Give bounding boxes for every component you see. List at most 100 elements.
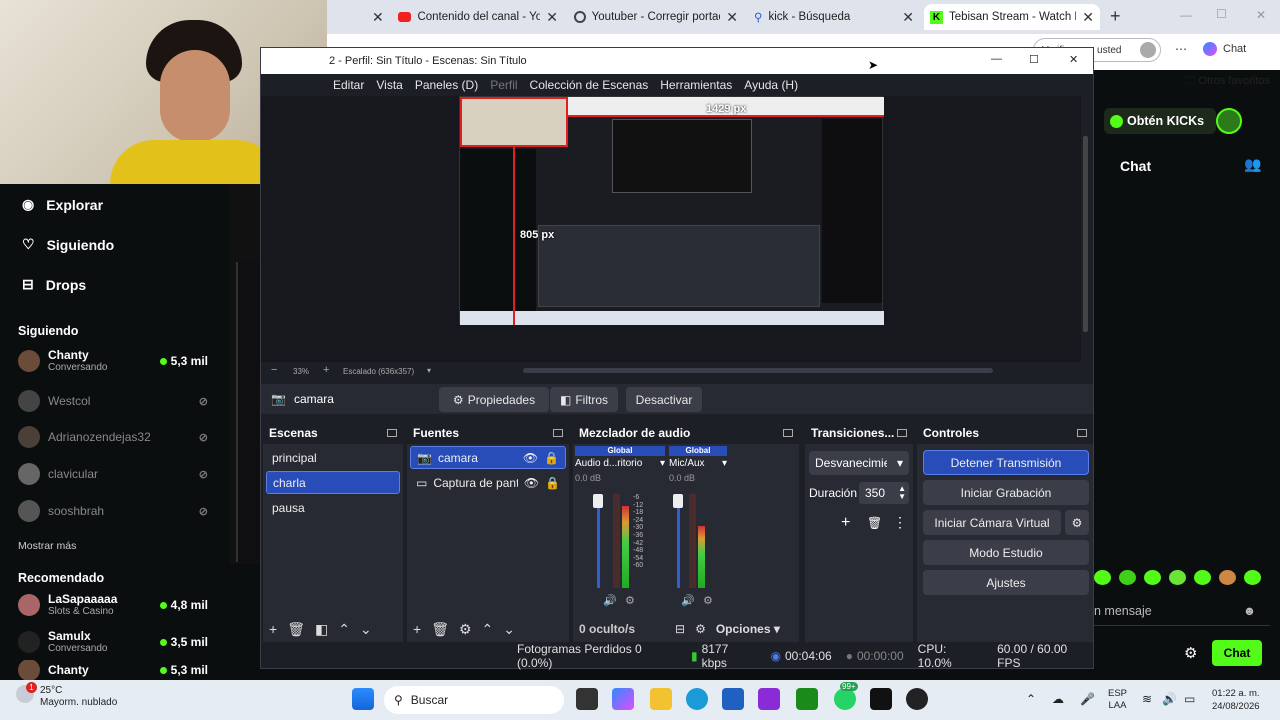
whatsapp-icon[interactable]: 99+	[834, 682, 858, 710]
close-tab-icon[interactable]: ✕	[1082, 9, 1094, 26]
chevron-down-icon[interactable]: ⌄	[360, 621, 372, 638]
stepper-icon[interactable]: ▲ ▼	[898, 485, 906, 501]
close-tab-icon[interactable]: ✕	[902, 9, 914, 26]
eye-icon[interactable]: 👁	[524, 476, 539, 490]
zoom-in-button[interactable]: +	[323, 364, 329, 376]
lock-icon[interactable]: 🔒	[545, 476, 560, 490]
more-menu-icon[interactable]: ⋯	[1175, 42, 1187, 56]
tab-search[interactable]: ⚲ kick - Búsqueda ✕	[748, 4, 920, 30]
monitor-audio-icon[interactable]: ⚙	[703, 594, 713, 607]
taskbar-search[interactable]: ⚲ Buscar	[384, 686, 564, 714]
windows-start-icon[interactable]	[352, 688, 374, 710]
menu-vista[interactable]: Vista	[376, 78, 402, 92]
emote-icon[interactable]	[1219, 570, 1236, 585]
scene-item-selected[interactable]: charla	[266, 471, 400, 494]
studio-mode-button[interactable]: Modo Estudio	[923, 540, 1089, 565]
menu-herramientas[interactable]: Herramientas	[660, 78, 732, 92]
capcut-icon[interactable]	[870, 688, 892, 710]
avatar[interactable]	[1216, 108, 1242, 134]
copilot-chat-button[interactable]: Chat	[1203, 42, 1246, 56]
close-tab-icon[interactable]: ✕	[726, 9, 738, 26]
channel-item[interactable]: sooshbrah ⊘	[18, 494, 208, 528]
menu-ayuda[interactable]: Ayuda (H)	[744, 78, 798, 92]
maximize-window-icon[interactable]: ☐	[1029, 53, 1039, 66]
trash-icon[interactable]: 🗑	[431, 621, 449, 638]
popout-icon[interactable]	[1077, 429, 1087, 437]
emote-icon[interactable]	[1169, 570, 1186, 585]
add-icon[interactable]: +	[841, 514, 850, 532]
preview-canvas[interactable]: 1429 px 805 px	[459, 96, 884, 325]
monitor-audio-icon[interactable]: ⚙	[625, 594, 635, 607]
duration-input[interactable]: 350 ▲ ▼	[859, 482, 909, 504]
close-tab-icon[interactable]: ✕	[546, 9, 558, 26]
scene-item[interactable]: pausa	[266, 496, 400, 519]
deactivate-button[interactable]: Desactivar	[626, 387, 702, 412]
channel-item[interactable]: Westcol ⊘	[18, 384, 208, 418]
chevron-down-icon[interactable]: ⌄	[503, 621, 515, 638]
properties-button[interactable]: ⚙ Propiedades	[439, 387, 549, 412]
start-recording-button[interactable]: Iniciar Grabación	[923, 480, 1089, 505]
horizontal-scrollbar[interactable]	[523, 368, 993, 373]
more-vertical-icon[interactable]: ⋮	[893, 514, 907, 531]
volume-slider[interactable]	[677, 496, 680, 588]
scene-item[interactable]: principal	[266, 446, 400, 469]
tab-kick[interactable]: K Tebisan Stream - Watch Live o ✕	[924, 4, 1100, 30]
network-icon[interactable]: ☁	[1052, 692, 1064, 706]
emoji-icon[interactable]: ☻	[1243, 604, 1256, 618]
tab-youtube[interactable]: Contenido del canal - YouTube ✕	[392, 4, 564, 30]
lock-icon[interactable]: 🔒	[544, 451, 559, 465]
emote-icon[interactable]	[1144, 570, 1161, 585]
filter-icon[interactable]: ◧	[315, 621, 328, 638]
menu-coleccion-escenas[interactable]: Colección de Escenas	[530, 78, 649, 92]
clock[interactable]: 01:22 a. m. 24/08/2026	[1212, 687, 1260, 713]
users-icon[interactable]: 👥	[1244, 156, 1261, 173]
add-icon[interactable]: +	[413, 621, 421, 637]
new-tab-button[interactable]: +	[1110, 6, 1121, 27]
copilot-icon[interactable]	[612, 688, 634, 710]
popout-icon[interactable]	[897, 429, 907, 437]
wifi-icon[interactable]: ≋	[1142, 692, 1152, 706]
minimize-window-icon[interactable]: —	[1180, 8, 1192, 22]
show-more-link[interactable]: Mostrar más	[18, 540, 76, 552]
popout-icon[interactable]	[553, 429, 563, 437]
emote-icon[interactable]	[1244, 570, 1261, 585]
source-item[interactable]: ▭ Captura de panta 👁 🔒	[410, 471, 566, 494]
emote-icon[interactable]	[1119, 570, 1136, 585]
store-icon[interactable]	[722, 688, 744, 710]
volume-handle[interactable]	[673, 494, 683, 508]
settings-button[interactable]: Ajustes	[923, 570, 1089, 595]
eye-icon[interactable]: 👁	[523, 451, 538, 465]
scale-mode[interactable]: Escalado (636x357)	[343, 367, 414, 376]
popout-icon[interactable]	[387, 429, 397, 437]
popout-icon[interactable]	[783, 429, 793, 437]
xbox-icon[interactable]	[796, 688, 818, 710]
close-window-icon[interactable]: ✕	[1069, 53, 1078, 66]
volume-handle[interactable]	[593, 494, 603, 508]
channel-item[interactable]: Chanty 5,3 mil	[18, 660, 208, 680]
menu-perfil[interactable]: Perfil	[490, 78, 517, 92]
transition-select[interactable]: Desvanecimie ▾	[809, 451, 909, 475]
chat-message-input[interactable]: n mensaje ☻	[1094, 596, 1270, 626]
source-item-selected[interactable]: 📷 camara 👁 🔒	[410, 446, 566, 469]
speaker-icon[interactable]: 🔊	[603, 594, 617, 607]
preview-scrollbar[interactable]	[1083, 136, 1088, 332]
menu-editar[interactable]: Editar	[333, 78, 364, 92]
chevron-up-icon[interactable]: ⌃	[1026, 692, 1036, 706]
chevron-down-icon[interactable]: ▾	[427, 366, 431, 375]
app-icon[interactable]	[758, 688, 780, 710]
channel-item[interactable]: LaSapaaaaa Slots & Casino 4,8 mil	[18, 588, 208, 622]
chevron-up-icon[interactable]: ⌃	[338, 621, 350, 638]
battery-icon[interactable]: ▭	[1184, 692, 1195, 706]
nav-siguiendo[interactable]: ♡ Siguiendo	[22, 236, 114, 253]
tab-chatgpt[interactable]: Youtuber - Corregir portada fo ✕	[568, 4, 744, 30]
gear-icon[interactable]: ⚙	[695, 622, 706, 636]
gear-icon[interactable]: ⚙	[1184, 644, 1197, 662]
obs-preview[interactable]: 1429 px 805 px	[261, 96, 1088, 362]
nav-explorar[interactable]: ◉ Explorar	[22, 196, 103, 213]
language-indicator[interactable]: ESP LAA	[1108, 688, 1127, 712]
minimize-window-icon[interactable]: —	[991, 53, 1002, 65]
chevron-up-icon[interactable]: ⌃	[482, 621, 494, 638]
device-select[interactable]: Mic/Aux ▾	[669, 458, 727, 469]
file-explorer-icon[interactable]	[650, 688, 672, 710]
stop-streaming-button[interactable]: Detener Transmisión	[923, 450, 1089, 475]
